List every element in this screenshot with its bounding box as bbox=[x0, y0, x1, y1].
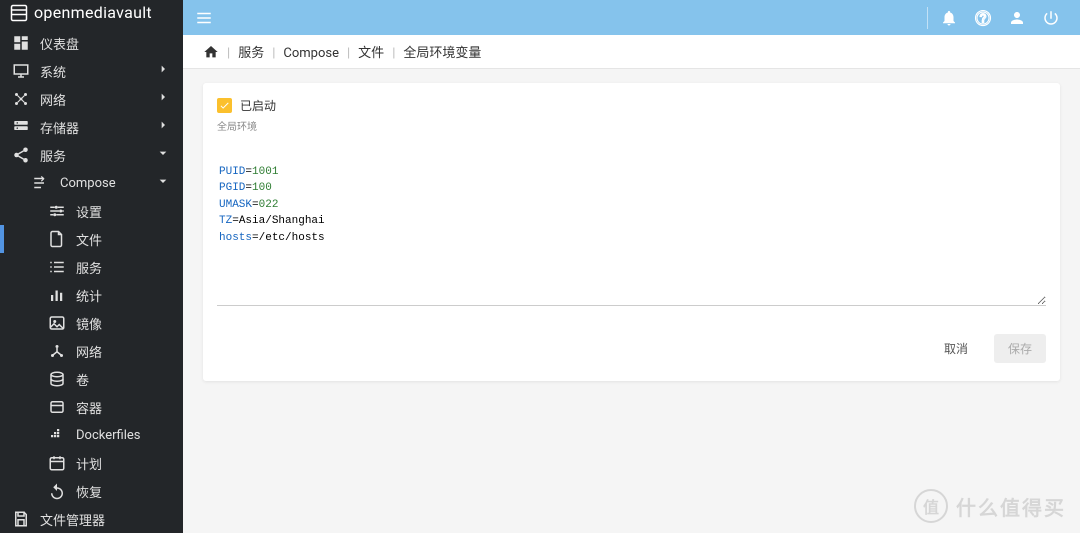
env-editor[interactable]: PUID=1001 PGID=100 UMASK=022 TZ=Asia/Sha… bbox=[217, 141, 1046, 306]
chevron-down-icon bbox=[155, 145, 171, 165]
sidebar-item-文件[interactable]: 文件 bbox=[0, 225, 183, 253]
sidebar-item-label: 计划 bbox=[76, 454, 171, 473]
file-icon bbox=[48, 230, 66, 248]
sidebar-item-系统[interactable]: 系统 bbox=[0, 57, 183, 85]
breadcrumb-separator: | bbox=[227, 46, 230, 61]
chevron-right-icon bbox=[155, 61, 171, 81]
sidebar-item-计划[interactable]: 计划 bbox=[0, 449, 183, 477]
sidebar-item-label: 恢复 bbox=[76, 482, 171, 501]
help-icon[interactable]: ? bbox=[974, 9, 992, 27]
container-icon bbox=[48, 398, 66, 416]
enabled-checkbox-row[interactable]: 已启动 bbox=[217, 97, 1046, 114]
env-field-label: 全局环境 bbox=[217, 118, 1046, 133]
user-icon[interactable] bbox=[1008, 9, 1026, 27]
sidebar-item-服务[interactable]: 服务 bbox=[0, 141, 183, 169]
sidebar-item-恢复[interactable]: 恢复 bbox=[0, 477, 183, 505]
check-icon bbox=[219, 100, 230, 111]
save-button[interactable]: 保存 bbox=[994, 334, 1046, 363]
chevron-down-icon bbox=[155, 173, 171, 193]
compose-icon bbox=[32, 174, 50, 192]
sidebar-item-label: 系统 bbox=[40, 62, 155, 81]
breadcrumb-item[interactable]: 文件 bbox=[358, 46, 384, 61]
form-card: 已启动 全局环境 PUID=1001 PGID=100 UMASK=022 TZ… bbox=[203, 83, 1060, 381]
sidebar-item-label: 文件管理器 bbox=[40, 510, 171, 529]
image-icon bbox=[48, 314, 66, 332]
cancel-button[interactable]: 取消 bbox=[930, 334, 982, 363]
sidebar-item-label: 卷 bbox=[76, 370, 171, 389]
sidebar-item-label: 文件 bbox=[76, 230, 171, 249]
brand-icon bbox=[10, 4, 28, 22]
topbar-divider bbox=[927, 7, 928, 29]
bell-icon[interactable] bbox=[940, 9, 958, 27]
storage-icon bbox=[12, 118, 30, 136]
sidebar-item-label: 服务 bbox=[40, 146, 155, 165]
breadcrumb-item[interactable]: 全局环境变量 bbox=[403, 46, 481, 61]
breadcrumb-item[interactable]: 服务 bbox=[238, 46, 264, 61]
enabled-checkbox[interactable] bbox=[217, 98, 232, 113]
page-content: 已启动 全局环境 PUID=1001 PGID=100 UMASK=022 TZ… bbox=[183, 69, 1080, 533]
sidebar-item-统计[interactable]: 统计 bbox=[0, 281, 183, 309]
restore-icon bbox=[48, 482, 66, 500]
sidebar-item-label: Compose bbox=[60, 176, 155, 191]
chevron-right-icon bbox=[155, 89, 171, 109]
sidebar-item-label: 存储器 bbox=[40, 118, 155, 137]
sidebar-item-设置[interactable]: 设置 bbox=[0, 197, 183, 225]
sidebar-item-文件管理器[interactable]: 文件管理器 bbox=[0, 505, 183, 533]
menu-toggle-icon[interactable] bbox=[195, 9, 213, 27]
sidebar-item-网络[interactable]: 网络 bbox=[0, 337, 183, 365]
sidebar-item-label: 服务 bbox=[76, 258, 171, 277]
breadcrumb-separator: | bbox=[392, 46, 395, 61]
chevron-right-icon bbox=[155, 117, 171, 137]
share-icon bbox=[12, 146, 30, 164]
sidebar: openmediavault 仪表盘系统网络存储器服务Compose设置文件服务… bbox=[0, 0, 183, 533]
net2-icon bbox=[48, 342, 66, 360]
nav-list: 仪表盘系统网络存储器服务Compose设置文件服务统计镜像网络卷容器Docker… bbox=[0, 25, 183, 533]
sidebar-item-label: 统计 bbox=[76, 286, 171, 305]
network-icon bbox=[12, 90, 30, 108]
sidebar-item-存储器[interactable]: 存储器 bbox=[0, 113, 183, 141]
sidebar-item-dockerfiles[interactable]: Dockerfiles bbox=[0, 421, 183, 449]
sidebar-item-服务[interactable]: 服务 bbox=[0, 253, 183, 281]
power-icon[interactable] bbox=[1042, 9, 1060, 27]
brand-text: openmediavault bbox=[34, 3, 152, 22]
breadcrumb-item[interactable]: Compose bbox=[283, 46, 339, 61]
main: ? | 服务 | Compose | 文件 | 全局环境变量 已启动 全局环境 PUID=10… bbox=[183, 0, 1080, 533]
sidebar-item-compose[interactable]: Compose bbox=[0, 169, 183, 197]
sidebar-item-label: 网络 bbox=[76, 342, 171, 361]
sidebar-item-镜像[interactable]: 镜像 bbox=[0, 309, 183, 337]
sidebar-item-容器[interactable]: 容器 bbox=[0, 393, 183, 421]
volume-icon bbox=[48, 370, 66, 388]
dashboard-icon bbox=[12, 34, 30, 52]
docker-icon bbox=[48, 426, 66, 444]
home-icon[interactable] bbox=[203, 44, 219, 60]
sidebar-item-label: 网络 bbox=[40, 90, 155, 109]
sidebar-item-仪表盘[interactable]: 仪表盘 bbox=[0, 29, 183, 57]
sidebar-item-网络[interactable]: 网络 bbox=[0, 85, 183, 113]
sidebar-item-label: 容器 bbox=[76, 398, 171, 417]
enabled-checkbox-label: 已启动 bbox=[240, 97, 276, 114]
sidebar-item-label: 设置 bbox=[76, 202, 171, 221]
brand: openmediavault bbox=[0, 0, 183, 25]
list-icon bbox=[48, 258, 66, 276]
sidebar-item-label: Dockerfiles bbox=[76, 428, 171, 443]
breadcrumb-separator: | bbox=[347, 46, 350, 61]
schedule-icon bbox=[48, 454, 66, 472]
sidebar-item-label: 仪表盘 bbox=[40, 34, 171, 53]
breadcrumb: | 服务 | Compose | 文件 | 全局环境变量 bbox=[183, 35, 1080, 69]
sidebar-item-卷[interactable]: 卷 bbox=[0, 365, 183, 393]
sidebar-item-label: 镜像 bbox=[76, 314, 171, 333]
tune-icon bbox=[48, 202, 66, 220]
topbar: ? bbox=[183, 0, 1080, 35]
save-icon bbox=[12, 510, 30, 528]
display-icon bbox=[12, 62, 30, 80]
svg-text:?: ? bbox=[980, 10, 986, 24]
stats-icon bbox=[48, 286, 66, 304]
breadcrumb-separator: | bbox=[272, 46, 275, 61]
